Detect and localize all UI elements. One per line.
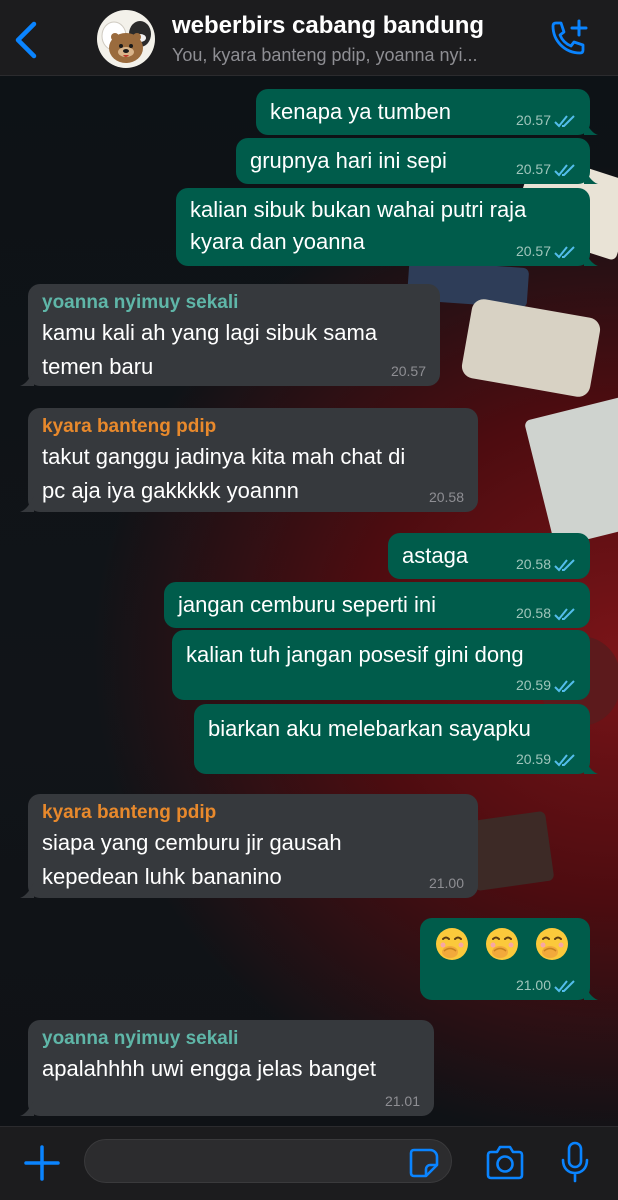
message-text: astaga (402, 543, 469, 568)
message-text: biarkan aku melebarkan sayapku (208, 716, 531, 741)
double-check-icon (554, 246, 575, 259)
message-outgoing[interactable]: grupnya hari ini sepi 20.57 (236, 138, 598, 184)
message-text: kenapa ya tumben (270, 99, 452, 124)
bubble-tail (20, 496, 34, 512)
message-meta: 20.59 (516, 676, 576, 694)
microphone-icon[interactable] (560, 1141, 590, 1183)
chat-area[interactable]: kenapa ya tumben 20.57 grupnya hari ini … (0, 76, 618, 1126)
group-avatar[interactable] (97, 10, 155, 68)
message-text-line: takut ganggu jadinya kita mah chat di (42, 444, 406, 469)
message-text: jangan cemburu seperti ini (178, 592, 437, 617)
message-meta: 20.57 (516, 111, 576, 129)
message-time: 21.00 (428, 875, 464, 891)
message-outgoing[interactable]: kalian sibuk bukan wahai putri raja kyar… (176, 188, 598, 266)
message-outgoing[interactable]: 21.00 (420, 918, 598, 1000)
bubble-tail (584, 250, 598, 266)
message-text-line: siapa yang cemburu jir gausah (42, 830, 342, 855)
message-time: 20.57 (515, 112, 551, 128)
message-meta: 20.57 (516, 242, 576, 260)
message-incoming[interactable]: kyara banteng pdip takut ganggu jadinya … (20, 408, 478, 512)
message-incoming[interactable]: yoanna nyimuy sekali kamu kali ah yang l… (20, 284, 440, 386)
bubble-tail (20, 882, 34, 898)
message-time: 20.58 (515, 556, 551, 572)
double-check-icon (554, 559, 575, 572)
message-time: 20.58 (515, 605, 551, 621)
chat-participants[interactable]: You, kyara banteng pdip, yoanna nyi... (172, 45, 532, 66)
message-time: 20.59 (515, 677, 551, 693)
message-outgoing[interactable]: astaga 20.58 (388, 533, 590, 579)
compose-bar (0, 1126, 618, 1200)
bubble-tail (20, 370, 34, 386)
message-sender[interactable]: yoanna nyimuy sekali (42, 1026, 420, 1052)
message-sender[interactable]: kyara banteng pdip (42, 414, 464, 440)
message-text-line: temen baru (42, 354, 154, 379)
message-time: 21.00 (515, 977, 551, 993)
face-with-hand-over-mouth-icon (436, 928, 468, 961)
double-check-icon (554, 980, 575, 993)
message-text: kalian tuh jangan posesif gini dong (186, 642, 524, 667)
bubble-tail (584, 758, 598, 774)
face-with-hand-over-mouth-icon (486, 928, 518, 961)
double-check-icon (554, 608, 575, 621)
message-time: 20.59 (515, 751, 551, 767)
message-incoming[interactable]: yoanna nyimuy sekali apalahhhh uwi engga… (20, 1020, 434, 1116)
bubble-tail (584, 119, 598, 135)
double-check-icon (554, 680, 575, 693)
bubble-tail (584, 168, 598, 184)
camera-icon[interactable] (484, 1145, 526, 1181)
message-incoming[interactable]: kyara banteng pdip siapa yang cemburu ji… (20, 794, 478, 898)
message-outgoing[interactable]: jangan cemburu seperti ini 20.58 (164, 582, 590, 628)
face-with-hand-over-mouth-icon (536, 928, 568, 961)
message-meta: 20.58 (516, 604, 576, 622)
message-time: 20.57 (515, 243, 551, 259)
bubble-tail (20, 1100, 34, 1116)
wallpaper-sticker (465, 810, 555, 892)
message-meta: 21.00 (516, 976, 576, 994)
phone-add-icon[interactable] (546, 18, 590, 60)
message-outgoing[interactable]: biarkan aku melebarkan sayapku 20.59 (194, 704, 598, 774)
message-meta: 20.58 (516, 555, 576, 573)
chat-title[interactable]: weberbirs cabang bandung (172, 12, 484, 40)
message-time: 20.58 (428, 489, 464, 505)
message-input[interactable] (84, 1139, 452, 1183)
message-time: 20.57 (390, 363, 426, 379)
message-text-line: pc aja iya gakkkkk yoannn (42, 478, 299, 503)
message-text: grupnya hari ini sepi (250, 148, 447, 173)
message-outgoing[interactable]: kalian tuh jangan posesif gini dong 20.5… (172, 630, 590, 700)
sticker-icon[interactable] (408, 1147, 440, 1179)
chevron-left-icon[interactable] (10, 20, 44, 60)
double-check-icon (554, 115, 575, 128)
message-outgoing[interactable]: kenapa ya tumben 20.57 (256, 89, 598, 135)
bubble-tail (584, 984, 598, 1000)
message-meta: 20.57 (516, 160, 576, 178)
message-meta: 20.59 (516, 750, 576, 768)
message-text-line: kamu kali ah yang lagi sibuk sama (42, 320, 378, 345)
wallpaper-sticker (523, 394, 618, 548)
message-text: apalahhhh uwi engga jelas banget (42, 1056, 376, 1081)
double-check-icon (554, 754, 575, 767)
double-check-icon (554, 164, 575, 177)
chat-header: weberbirs cabang bandung You, kyara bant… (0, 0, 618, 76)
message-time: 21.01 (384, 1093, 420, 1109)
message-text-line: kepedean luhk bananino (42, 864, 282, 889)
wallpaper-sticker (460, 297, 602, 399)
message-time: 20.57 (515, 161, 551, 177)
message-text-line: kalian sibuk bukan wahai putri raja (190, 197, 527, 222)
message-sender[interactable]: kyara banteng pdip (42, 800, 464, 826)
message-sender[interactable]: yoanna nyimuy sekali (42, 290, 426, 316)
plus-icon[interactable] (22, 1143, 62, 1183)
